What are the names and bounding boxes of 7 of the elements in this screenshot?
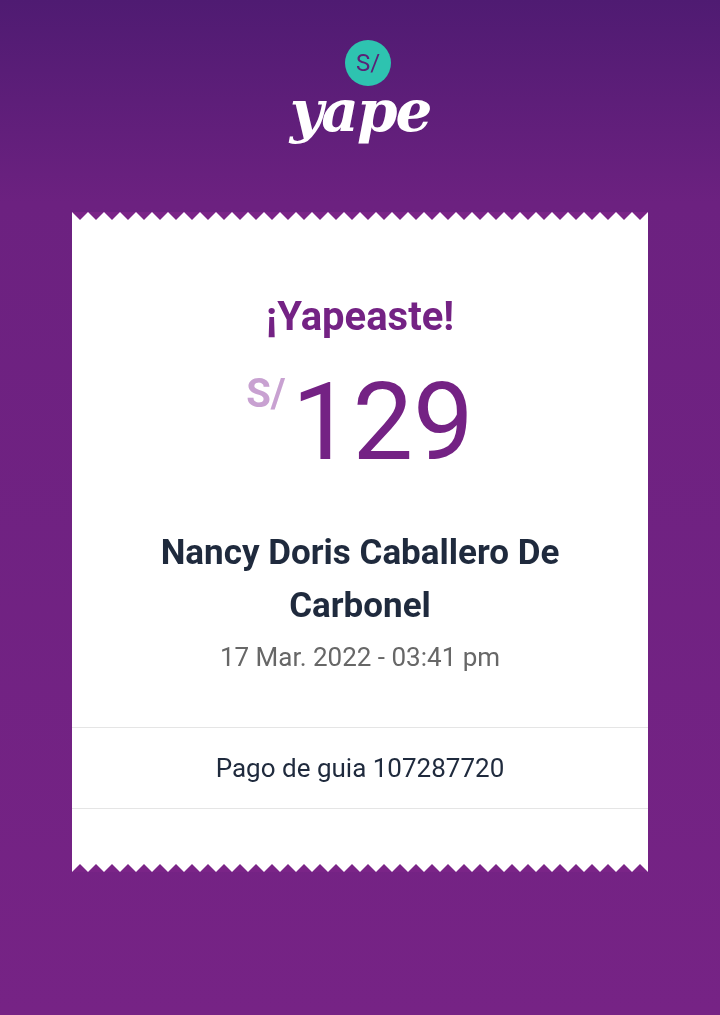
receipt-title: ¡Yapeaste! <box>265 292 455 342</box>
chat-bubble-badge: S/ <box>345 40 391 86</box>
transaction-datetime: 17 Mar. 2022 - 03:41 pm <box>219 641 501 674</box>
amount: 129 <box>291 368 474 476</box>
recipient-name: Nancy Doris Caballero De Carbonel <box>159 531 561 628</box>
payment-memo: Pago de guia 107287720 <box>215 751 505 785</box>
currency-symbol: S/ <box>246 374 286 414</box>
